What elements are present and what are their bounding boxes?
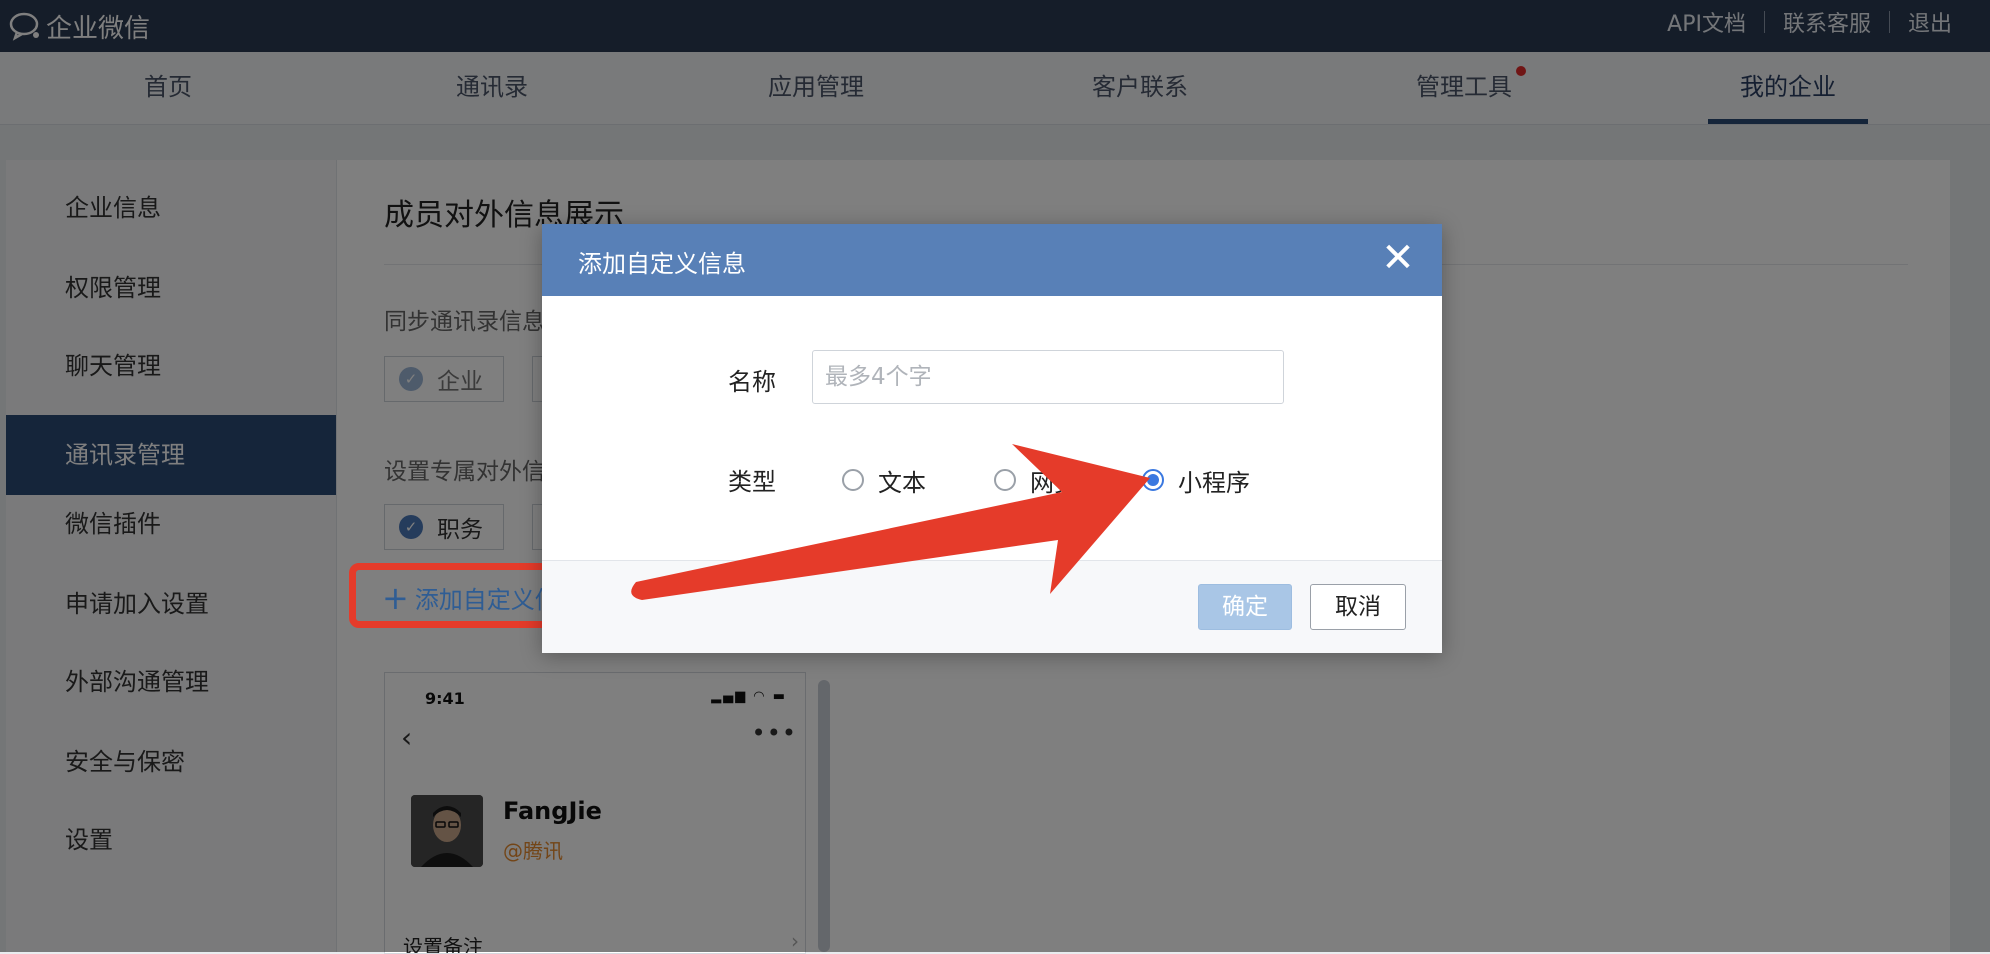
radio-option-text[interactable]: 文本 <box>842 460 926 500</box>
dialog-footer <box>542 560 1442 653</box>
radio-label: 小程序 <box>1178 468 1250 497</box>
add-custom-info-dialog: 添加自定义信息 ✕ 名称 类型 文本 网页 小程序 确定 取消 <box>542 224 1442 653</box>
radio-button[interactable] <box>994 469 1016 491</box>
name-label: 名称 <box>728 368 776 396</box>
dialog-title: 添加自定义信息 <box>578 250 746 278</box>
radio-option-miniprogram[interactable]: 小程序 <box>1142 460 1250 500</box>
radio-button[interactable] <box>842 469 864 491</box>
close-icon[interactable]: ✕ <box>1376 236 1420 280</box>
name-input[interactable] <box>812 350 1284 404</box>
dialog-header: 添加自定义信息 ✕ <box>542 224 1442 296</box>
radio-label: 文本 <box>878 468 926 497</box>
confirm-button[interactable]: 确定 <box>1198 584 1292 630</box>
radio-option-webpage[interactable]: 网页 <box>994 460 1078 500</box>
cancel-button[interactable]: 取消 <box>1310 584 1406 630</box>
type-label: 类型 <box>728 468 776 496</box>
radio-button-checked[interactable] <box>1142 469 1164 491</box>
radio-label: 网页 <box>1030 468 1078 497</box>
